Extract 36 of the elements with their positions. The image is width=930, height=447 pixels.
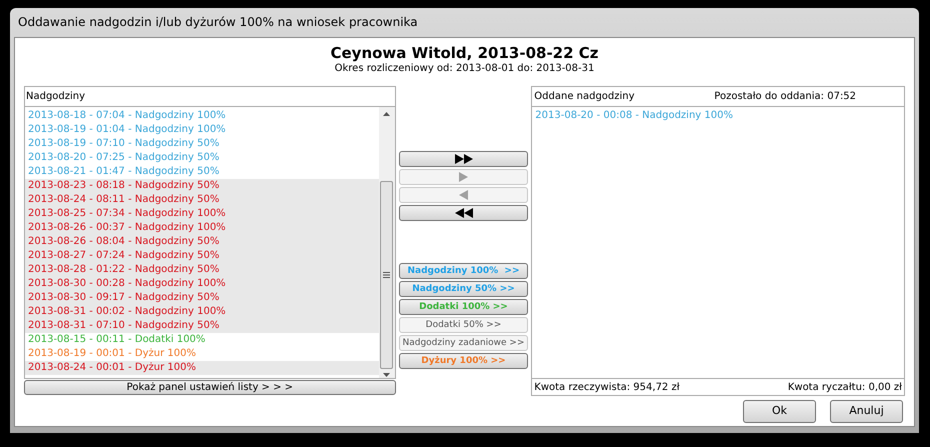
show-list-settings-button[interactable]: Pokaż panel ustawień listy > > > [24, 380, 396, 395]
period-text: Okres rozliczeniowy od: 2013-08-01 do: 2013-08-31 [334, 62, 596, 76]
move-button[interactable] [398, 205, 528, 221]
window-title: Oddawanie nadgodzin i/lub dyżurów 100% na wniosek pracownika [17, 14, 419, 31]
flat-amount: Kwota ryczałtu: 0,00 zł [788, 380, 902, 394]
double-right-arrow-icon [454, 154, 472, 164]
category-button[interactable]: Nadgodziny 100% >> [398, 263, 528, 279]
category-button[interactable]: Dyżury 100% >> [398, 353, 528, 369]
list-item[interactable]: 2013-08-31 - 07:10 - Nadgodziny 50% [25, 319, 379, 333]
scroll-thumb[interactable] [380, 181, 394, 369]
list-item[interactable]: 2013-08-27 - 07:24 - Nadgodziny 50% [25, 249, 379, 263]
dialog-button[interactable]: Anuluj [830, 400, 903, 423]
remaining-time: Pozostało do oddania: 07:52 [714, 90, 856, 104]
list-item[interactable]: 2013-08-30 - 00:28 - Nadgodziny 100% [25, 277, 379, 291]
scroll-down-icon[interactable] [383, 373, 390, 377]
scroll-up-icon[interactable] [383, 112, 390, 116]
list-item[interactable]: 2013-08-28 - 01:22 - Nadgodziny 50% [25, 263, 379, 277]
employee-name: Ceynowa Witold, 2013-08-22 Cz [329, 44, 600, 62]
category-button[interactable]: Dodatki 100% >> [398, 299, 528, 315]
list-item[interactable]: 2013-08-30 - 09:17 - Nadgodziny 50% [25, 291, 379, 305]
move-button[interactable] [398, 151, 528, 167]
list-item[interactable]: 2013-08-31 - 00:02 - Nadgodziny 100% [25, 305, 379, 319]
list-header: Nadgodziny [24, 86, 396, 107]
list-item[interactable]: 2013-08-23 - 08:18 - Nadgodziny 50% [25, 179, 379, 193]
list-item[interactable]: 2013-08-24 - 00:01 - Dyżur 100% [25, 361, 379, 375]
list-item[interactable]: 2013-08-25 - 07:34 - Nadgodziny 100% [25, 207, 379, 221]
grip-icon [383, 272, 390, 278]
list-item[interactable]: 2013-08-24 - 08:11 - Nadgodziny 50% [25, 193, 379, 207]
dialog-button[interactable]: Ok [743, 400, 816, 423]
double-left-arrow-icon [454, 208, 472, 218]
list-item[interactable]: 2013-08-26 - 00:37 - Nadgodziny 100% [25, 221, 379, 235]
actual-amount: Kwota rzeczywista: 954,72 zł [534, 380, 680, 394]
list-header: Oddane nadgodziny [534, 90, 636, 104]
category-button[interactable]: Nadgodziny 50% >> [398, 281, 528, 297]
list-item[interactable]: 2013-08-26 - 08:04 - Nadgodziny 50% [25, 235, 379, 249]
scrollbar[interactable] [378, 107, 395, 378]
